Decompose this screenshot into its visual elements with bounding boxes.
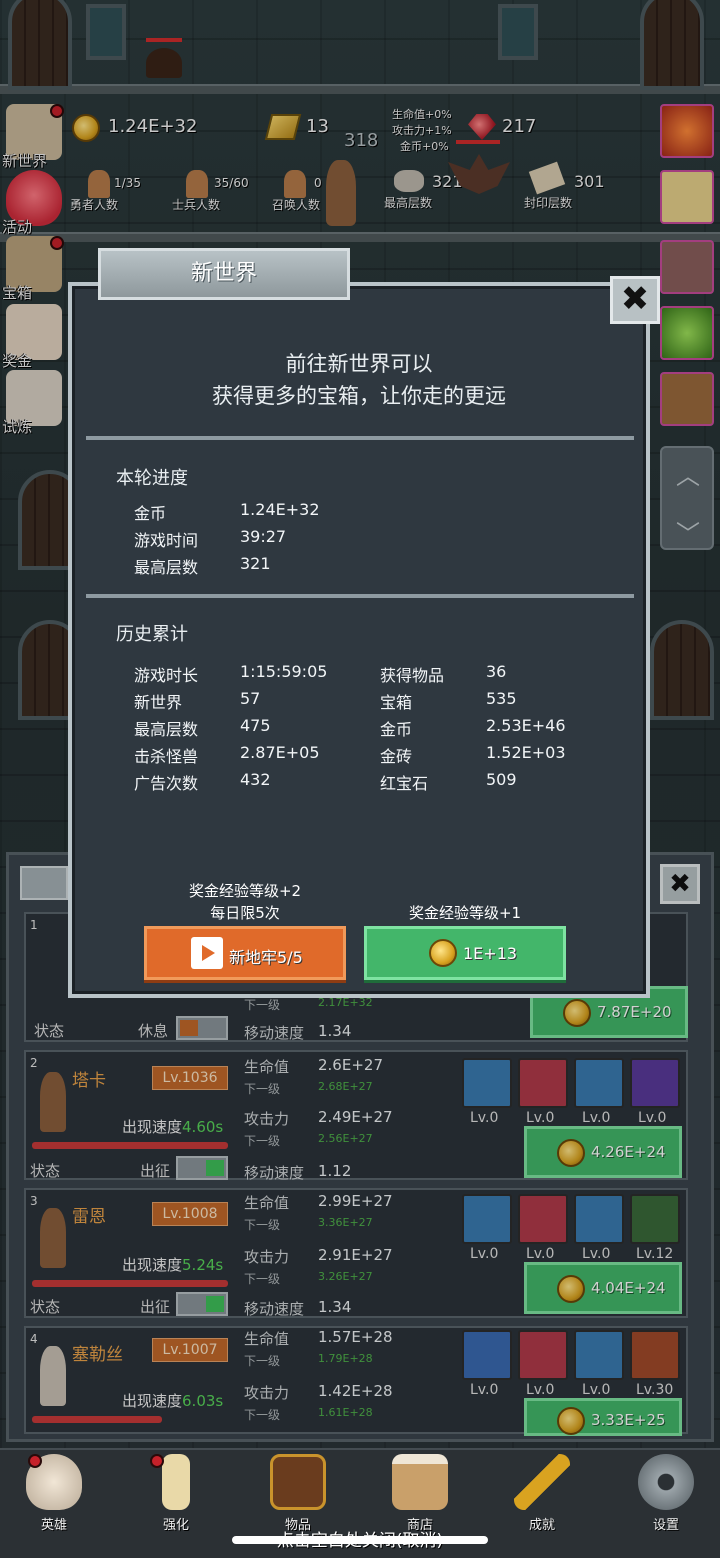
history-value: 535 — [486, 689, 517, 708]
gold-coin-icon — [429, 939, 457, 967]
gold-bonus-label: 奖金经验等级+1 — [408, 904, 522, 922]
history-value: 2.87E+05 — [240, 743, 320, 762]
history-label: 获得物品 — [380, 666, 445, 685]
history-value: 432 — [240, 770, 271, 789]
dialog-intro-line1: 前往新世界可以 — [285, 352, 433, 376]
dialog-close-button[interactable]: ✖ — [610, 276, 660, 324]
round-label: 金币 — [134, 504, 167, 523]
history-label: 金砖 — [380, 747, 413, 766]
history-value: 1:15:59:05 — [240, 662, 328, 681]
notification-dot — [150, 1454, 164, 1468]
nav-settings[interactable]: 设置 — [626, 1454, 706, 1534]
history-label: 击杀怪兽 — [134, 747, 199, 766]
round-value: 321 — [240, 554, 271, 573]
history-value: 36 — [486, 662, 507, 681]
history-label: 最高层数 — [134, 720, 199, 739]
beer-mug-icon — [392, 1454, 448, 1510]
round-label: 最高层数 — [134, 558, 199, 577]
candle-icon — [162, 1454, 190, 1510]
history-label: 游戏时长 — [134, 666, 199, 685]
ad-daily-limit-label: 每日限5次 — [210, 904, 280, 922]
nav-achievements[interactable]: 成就 — [502, 1454, 582, 1534]
nav-heroes[interactable]: 英雄 — [14, 1454, 94, 1534]
history-value: 1.52E+03 — [486, 743, 566, 762]
dialog-title: 新世界 — [98, 248, 350, 300]
history-value: 509 — [486, 770, 517, 789]
key-icon — [514, 1454, 570, 1510]
dialog-intro-line2: 获得更多的宝箱，让你走的更远 — [212, 384, 506, 408]
new-world-gold-cost: 1E+13 — [463, 944, 518, 963]
history-label: 广告次数 — [134, 774, 199, 793]
video-icon — [191, 937, 223, 969]
history-value: 475 — [240, 716, 271, 735]
gear-icon — [638, 1454, 694, 1510]
history-label: 宝箱 — [380, 693, 413, 712]
round-value: 1.24E+32 — [240, 500, 320, 519]
nav-shop[interactable]: 商店 — [380, 1454, 460, 1534]
divider — [86, 436, 634, 440]
new-dungeon-ad-label: 新地牢5/5 — [229, 948, 303, 967]
round-label: 游戏时间 — [134, 531, 199, 550]
history-value: 2.53E+46 — [486, 716, 566, 735]
nav-items[interactable]: 物品 — [258, 1454, 338, 1534]
round-value: 39:27 — [240, 527, 287, 546]
history-label: 红宝石 — [380, 774, 429, 793]
home-indicator[interactable] — [232, 1536, 488, 1544]
nav-enhance[interactable]: 强化 — [136, 1454, 216, 1534]
book-icon — [270, 1454, 326, 1510]
notification-dot — [28, 1454, 42, 1468]
history-label: 金币 — [380, 720, 413, 739]
history-value: 57 — [240, 689, 261, 708]
new-dungeon-ad-button[interactable]: 新地牢5/5 — [144, 926, 346, 980]
divider — [86, 594, 634, 598]
history-label: 新世界 — [134, 693, 183, 712]
new-world-gold-button[interactable]: 1E+13 — [364, 926, 566, 980]
ad-bonus-label: 奖金经验等级+2 — [188, 882, 302, 900]
history-title: 历史累计 — [116, 624, 188, 645]
round-progress-title: 本轮进度 — [116, 468, 188, 489]
